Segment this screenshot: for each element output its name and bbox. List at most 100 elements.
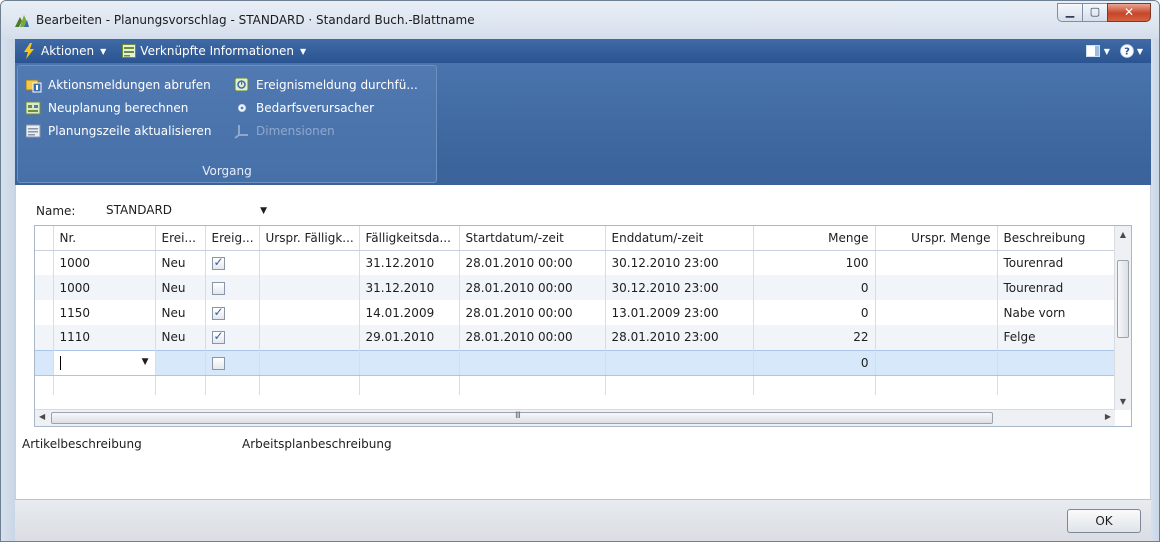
planungszeile-aktualisieren-button[interactable]: Planungszeile aktualisieren — [26, 120, 211, 142]
column-header-urspr-menge[interactable]: Urspr. Menge — [875, 226, 998, 251]
scroll-right-icon[interactable]: ▶ — [1105, 412, 1111, 421]
dimensionen-button[interactable]: Dimensionen — [234, 120, 335, 142]
column-header-ereignis[interactable]: Erei... — [155, 226, 206, 251]
cell-urspr-faelligkeit[interactable] — [259, 325, 360, 350]
cell-menge[interactable]: 0 — [753, 349, 876, 376]
chevron-down-icon[interactable]: ▼ — [142, 357, 149, 367]
cell-startdatum[interactable]: 28.01.2010 00:00 — [459, 300, 606, 325]
cell-accept[interactable] — [205, 325, 260, 350]
cell-accept[interactable] — [205, 250, 260, 275]
menu-aktionen[interactable]: Aktionen ▼ — [15, 39, 114, 63]
chevron-down-icon[interactable]: ▼ — [260, 206, 267, 216]
cell-nr[interactable]: 1000 — [53, 250, 156, 275]
cell-beschreibung[interactable] — [997, 349, 1116, 376]
cell-accept[interactable] — [205, 275, 260, 300]
cell-nr[interactable]: 1000 — [53, 275, 156, 300]
column-header-menge[interactable]: Menge — [753, 226, 876, 251]
cell-menge[interactable]: 0 — [753, 275, 876, 300]
bedarfsverursacher-button[interactable]: Bedarfsverursacher — [234, 97, 374, 119]
cell-accept[interactable] — [205, 300, 260, 325]
cell-menge[interactable]: 0 — [753, 300, 876, 325]
neuplanung-berechnen-button[interactable]: Neuplanung berechnen — [26, 97, 188, 119]
accept-checkbox[interactable] — [211, 329, 225, 345]
layout-toggle-button[interactable]: ▼ — [1085, 45, 1110, 57]
column-header-ereignismeldung-akzeptieren[interactable]: Ereig... — [205, 226, 260, 251]
cell-urspr-menge[interactable] — [875, 300, 998, 325]
accept-checkbox[interactable] — [211, 281, 225, 295]
cell-faelligkeitsdatum[interactable]: 31.12.2010 — [359, 250, 460, 275]
vertical-scroll-thumb[interactable] — [1117, 260, 1129, 338]
cell-enddatum[interactable]: 28.01.2010 23:00 — [605, 325, 754, 350]
title-bar[interactable]: Bearbeiten - Planungsvorschlag - STANDAR… — [1, 1, 1159, 39]
menu-verknuepfte-informationen[interactable]: Verknüpfte Informationen ▼ — [114, 39, 314, 63]
cell-startdatum[interactable]: 28.01.2010 00:00 — [459, 275, 606, 300]
cell-urspr-menge[interactable] — [875, 275, 998, 300]
minimize-button[interactable]: ▁ — [1057, 3, 1083, 22]
horizontal-scroll-thumb[interactable] — [51, 412, 993, 424]
close-button[interactable]: ✕ — [1107, 3, 1151, 22]
name-combobox[interactable]: STANDARD ▼ — [102, 199, 274, 221]
cell-faelligkeitsdatum[interactable] — [359, 349, 460, 376]
new-entry-row[interactable]: ▼ 0 — [35, 349, 1116, 376]
ok-button[interactable]: OK — [1067, 509, 1141, 533]
accept-checkbox[interactable] — [211, 255, 225, 270]
cell-nr-editor[interactable]: ▼ — [53, 349, 156, 376]
row-selector[interactable] — [35, 275, 54, 300]
cell-enddatum[interactable]: 30.12.2010 23:00 — [605, 250, 754, 275]
table-row[interactable]: 1000 Neu 31.12.2010 28.01.2010 00:00 30.… — [35, 250, 1116, 275]
cell-beschreibung[interactable]: Tourenrad — [997, 250, 1116, 275]
table-row[interactable]: 1110 Neu 29.01.2010 28.01.2010 00:00 28.… — [35, 325, 1116, 350]
cell-ereignis[interactable]: Neu — [155, 275, 206, 300]
cell-nr[interactable]: 1110 — [53, 325, 156, 350]
table-row[interactable]: 1150 Neu 14.01.2009 28.01.2010 00:00 13.… — [35, 300, 1116, 325]
scroll-up-icon[interactable]: ▲ — [1115, 230, 1131, 239]
column-header-startdatum[interactable]: Startdatum/-zeit — [459, 226, 606, 251]
row-selector[interactable] — [35, 349, 54, 376]
column-header-urspr-faelligkeit[interactable]: Urspr. Fälligk... — [259, 226, 360, 251]
cell-nr[interactable]: 1150 — [53, 300, 156, 325]
cell-beschreibung[interactable]: Tourenrad — [997, 275, 1116, 300]
cell-urspr-menge[interactable] — [875, 250, 998, 275]
row-selector[interactable] — [35, 325, 54, 350]
cell-ereignis[interactable]: Neu — [155, 250, 206, 275]
cell-menge[interactable]: 22 — [753, 325, 876, 350]
column-header-faelligkeitsdatum[interactable]: Fälligkeitsda... — [359, 226, 460, 251]
accept-checkbox[interactable] — [211, 305, 225, 320]
maximize-button[interactable]: ▢ — [1082, 3, 1108, 22]
cell-accept[interactable] — [205, 349, 260, 376]
cell-urspr-faelligkeit[interactable] — [259, 300, 360, 325]
cell-faelligkeitsdatum[interactable]: 14.01.2009 — [359, 300, 460, 325]
vertical-scrollbar[interactable]: ▲ ▼ — [1114, 226, 1131, 410]
cell-startdatum[interactable]: 28.01.2010 00:00 — [459, 325, 606, 350]
ereignismeldung-durchfuehren-button[interactable]: Ereignismeldung durchfü... — [234, 74, 418, 96]
column-header-enddatum[interactable]: Enddatum/-zeit — [605, 226, 754, 251]
row-selector[interactable] — [35, 300, 54, 325]
cell-urspr-faelligkeit[interactable] — [259, 275, 360, 300]
help-button[interactable]: ? ▼ — [1120, 44, 1143, 58]
cell-urspr-menge[interactable] — [875, 349, 998, 376]
cell-enddatum[interactable]: 13.01.2009 23:00 — [605, 300, 754, 325]
cell-urspr-menge[interactable] — [875, 325, 998, 350]
accept-checkbox[interactable] — [211, 356, 225, 370]
cell-urspr-faelligkeit[interactable] — [259, 250, 360, 275]
cell-urspr-faelligkeit[interactable] — [259, 349, 360, 376]
cell-startdatum[interactable]: 28.01.2010 00:00 — [459, 250, 606, 275]
horizontal-scrollbar[interactable]: ◀ III ▶ — [35, 409, 1115, 426]
cell-beschreibung[interactable]: Felge — [997, 325, 1116, 350]
row-selector[interactable] — [35, 250, 54, 275]
column-header-nr[interactable]: Nr. — [53, 226, 156, 251]
aktionsmeldungen-abrufen-button[interactable]: Aktionsmeldungen abrufen — [26, 74, 211, 96]
cell-faelligkeitsdatum[interactable]: 31.12.2010 — [359, 275, 460, 300]
cell-ereignis[interactable]: Neu — [155, 325, 206, 350]
cell-startdatum[interactable] — [459, 349, 606, 376]
table-row[interactable]: 1000 Neu 31.12.2010 28.01.2010 00:00 30.… — [35, 275, 1116, 300]
cell-ereignis[interactable] — [155, 349, 206, 376]
cell-menge[interactable]: 100 — [753, 250, 876, 275]
cell-enddatum[interactable]: 30.12.2010 23:00 — [605, 275, 754, 300]
column-header-beschreibung[interactable]: Beschreibung — [997, 226, 1116, 251]
cell-enddatum[interactable] — [605, 349, 754, 376]
scroll-left-icon[interactable]: ◀ — [39, 412, 45, 421]
scroll-down-icon[interactable]: ▼ — [1115, 397, 1131, 406]
cell-beschreibung[interactable]: Nabe vorn — [997, 300, 1116, 325]
empty-row[interactable] — [35, 375, 1116, 395]
